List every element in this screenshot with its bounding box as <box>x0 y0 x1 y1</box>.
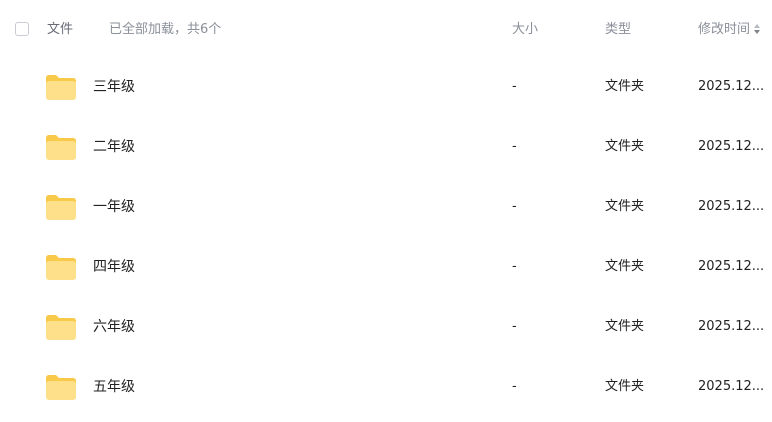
file-type: 文件夹 <box>605 139 645 154</box>
file-modified-time: 2025.12... <box>698 379 765 394</box>
column-header-type[interactable]: 类型 <box>605 22 631 38</box>
select-all-checkbox[interactable] <box>15 22 29 36</box>
column-header-modified-time[interactable]: 修改时间 <box>698 22 761 38</box>
sort-arrows-icon <box>754 24 761 34</box>
file-name[interactable]: 一年级 <box>93 199 135 215</box>
file-type: 文件夹 <box>605 199 645 214</box>
file-size: - <box>512 139 517 154</box>
table-row[interactable]: 四年级 - 文件夹 2025.12... <box>0 237 772 297</box>
column-header-modified-time-label: 修改时间 <box>698 22 751 37</box>
folder-icon <box>46 375 76 400</box>
folder-icon <box>46 255 76 280</box>
folder-icon <box>46 195 76 220</box>
table-row[interactable]: 三年级 - 文件夹 2025.12... <box>0 57 772 117</box>
file-size: - <box>512 79 517 94</box>
file-list-header: 文件 已全部加载，共6个 大小 类型 修改时间 <box>0 0 772 60</box>
file-name[interactable]: 二年级 <box>93 139 135 155</box>
file-modified-time: 2025.12... <box>698 139 765 154</box>
file-name[interactable]: 四年级 <box>93 259 135 275</box>
file-list: 三年级 - 文件夹 2025.12... 二年级 - 文件夹 2025.12..… <box>0 57 772 417</box>
file-modified-time: 2025.12... <box>698 199 765 214</box>
folder-icon <box>46 75 76 100</box>
folder-icon <box>46 315 76 340</box>
column-header-size[interactable]: 大小 <box>512 22 538 38</box>
table-row[interactable]: 二年级 - 文件夹 2025.12... <box>0 117 772 177</box>
file-size: - <box>512 379 517 394</box>
file-type: 文件夹 <box>605 259 645 274</box>
file-name[interactable]: 三年级 <box>93 79 135 95</box>
file-type: 文件夹 <box>605 379 645 394</box>
folder-icon <box>46 135 76 160</box>
file-size: - <box>512 319 517 334</box>
file-type: 文件夹 <box>605 319 645 334</box>
file-name[interactable]: 五年级 <box>93 379 135 395</box>
file-modified-time: 2025.12... <box>698 319 765 334</box>
table-row[interactable]: 一年级 - 文件夹 2025.12... <box>0 177 772 237</box>
file-type: 文件夹 <box>605 79 645 94</box>
file-modified-time: 2025.12... <box>698 259 765 274</box>
column-header-name[interactable]: 文件 <box>47 22 73 38</box>
load-status-text: 已全部加载，共6个 <box>109 22 222 37</box>
file-size: - <box>512 259 517 274</box>
file-name[interactable]: 六年级 <box>93 319 135 335</box>
file-size: - <box>512 199 517 214</box>
table-row[interactable]: 五年级 - 文件夹 2025.12... <box>0 357 772 417</box>
table-row[interactable]: 六年级 - 文件夹 2025.12... <box>0 297 772 357</box>
file-modified-time: 2025.12... <box>698 79 765 94</box>
